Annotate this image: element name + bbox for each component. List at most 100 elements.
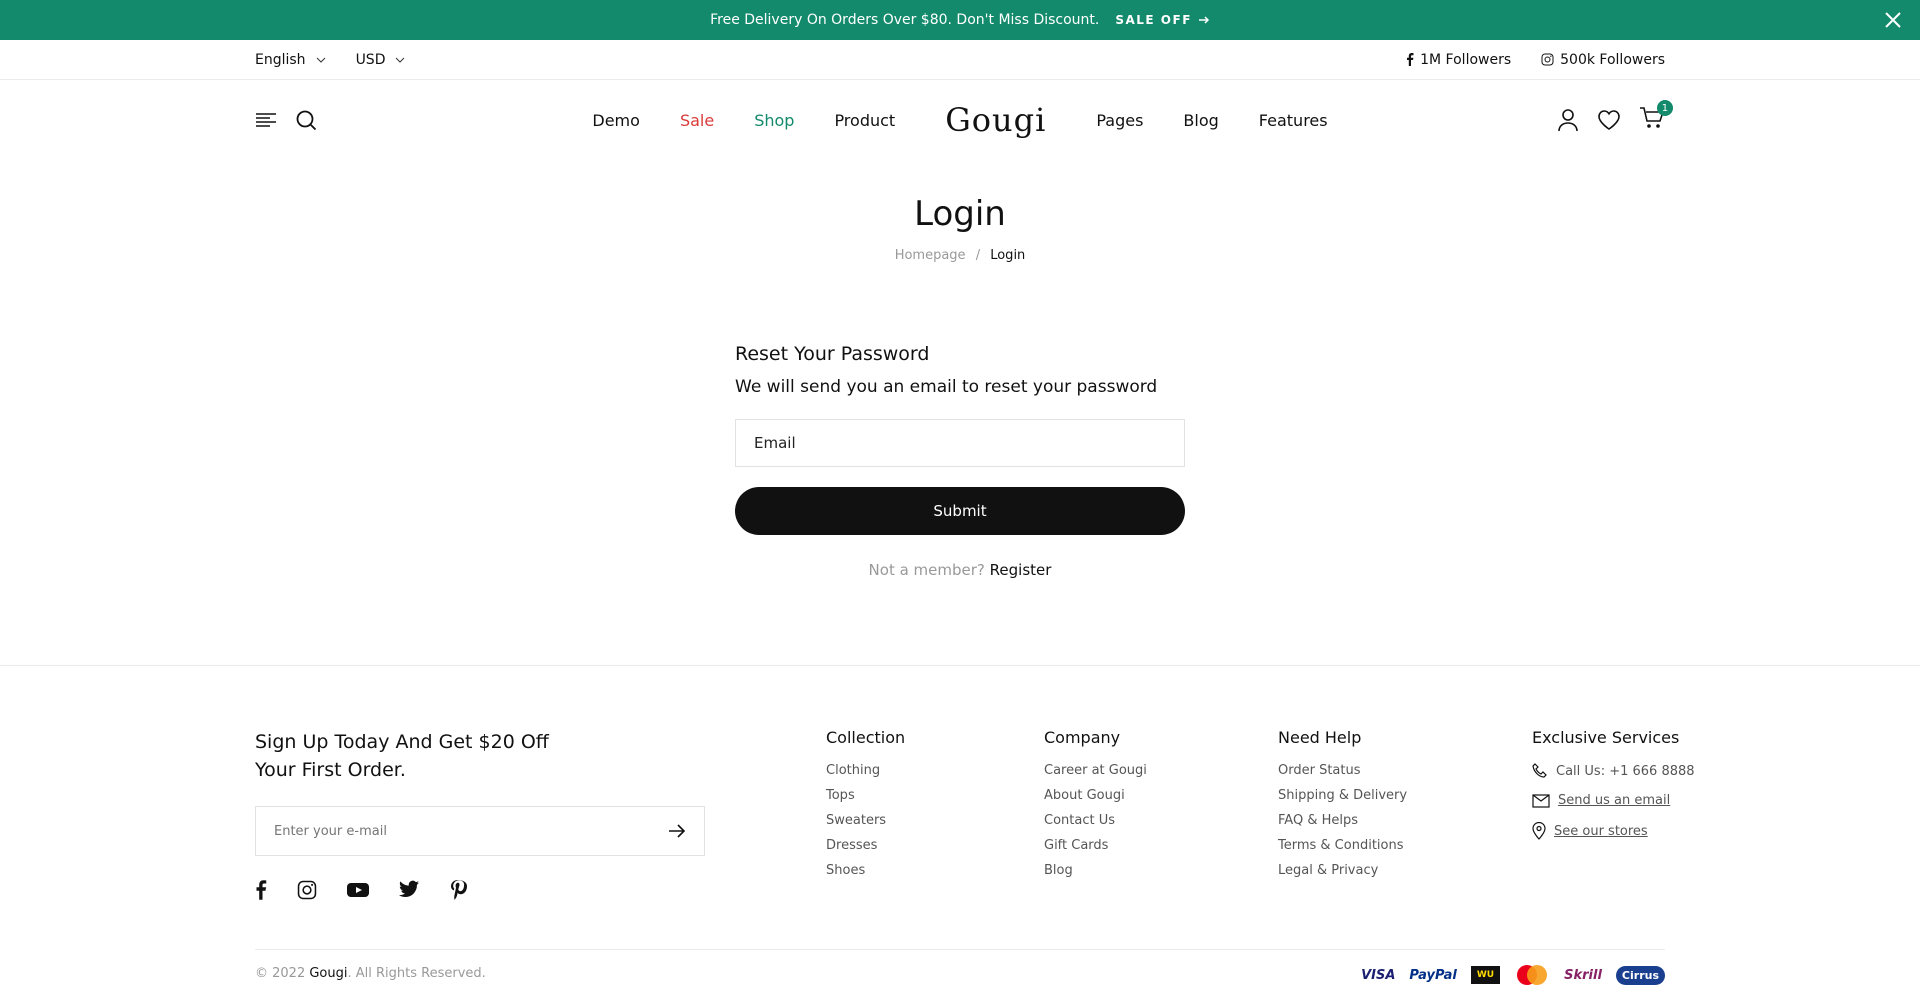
help-item-shipping[interactable]: Shipping & Delivery [1278,788,1407,803]
company-item-contact[interactable]: Contact Us [1044,813,1147,828]
company-item-career[interactable]: Career at Gougi [1044,763,1147,778]
reset-heading: Reset Your Password [735,343,930,365]
collection-item-sweaters[interactable]: Sweaters [826,813,905,828]
chevron-down-icon [396,57,405,63]
collection-item-tops[interactable]: Tops [826,788,905,803]
help-title: Need Help [1278,728,1362,747]
language-value: English [255,51,306,68]
skrill-icon: Skrill [1564,967,1602,983]
email-us-item[interactable]: Send us an email [1532,793,1695,808]
mastercard-icon [1517,965,1548,985]
company-item-gift-cards[interactable]: Gift Cards [1044,838,1147,853]
company-item-blog[interactable]: Blog [1044,863,1147,878]
nav-shop[interactable]: Shop [754,111,794,130]
nav-sale[interactable]: Sale [680,111,714,130]
instagram-icon [1541,53,1554,66]
paypal-icon: PayPal [1409,967,1457,983]
newsletter-section: Sign Up Today And Get $20 Off Your First… [255,728,705,900]
copyright: © 2022 Gougi. All Rights Reserved. [255,966,486,981]
company-item-about[interactable]: About Gougi [1044,788,1147,803]
collection-column: Collection Clothing Tops Sweaters Dresse… [826,728,905,888]
cart-button[interactable]: 1 [1639,100,1673,134]
announcement-bar: Free Delivery On Orders Over $80. Don't … [0,0,1920,40]
company-title: Company [1044,728,1121,747]
copyright-suffix: . All Rights Reserved. [347,966,486,981]
user-icon[interactable] [1557,108,1579,132]
collection-title: Collection [826,728,906,747]
not-member-text: Not a member? [868,561,985,579]
nav-product[interactable]: Product [834,111,895,130]
pinterest-icon[interactable] [449,880,467,900]
call-us-text: Call Us: +1 666 8888 [1556,763,1695,779]
nav-features[interactable]: Features [1259,111,1328,130]
collection-item-clothing[interactable]: Clothing [826,763,905,778]
payment-methods: VISA PayPal WU Skrill Cirrus [1361,964,1665,986]
page-title: Login [914,194,1006,234]
newsletter-form [255,806,705,856]
instagram-icon[interactable] [297,880,317,900]
phone-icon [1532,763,1547,778]
reset-description: We will send you an email to reset your … [735,377,1158,397]
footer-bottom: © 2022 Gougi. All Rights Reserved. VISA … [255,949,1665,985]
social-links [255,880,705,900]
instagram-followers-count: 500k Followers [1560,51,1665,68]
close-icon[interactable] [1882,9,1904,31]
copyright-prefix: © 2022 [255,966,306,981]
breadcrumb-current: Login [990,248,1026,263]
collection-item-dresses[interactable]: Dresses [826,838,905,853]
search-icon[interactable] [295,109,317,131]
cart-count-badge: 1 [1656,100,1673,116]
main-nav: Demo Sale Shop Product Gougi Pages Blog … [592,101,1327,139]
facebook-followers-link[interactable]: 1M Followers [1406,52,1511,68]
stores-item[interactable]: See our stores [1532,822,1695,840]
email-field[interactable] [735,419,1185,467]
register-link[interactable]: Register [990,561,1052,579]
site-logo[interactable]: Gougi [945,101,1046,139]
facebook-icon [1407,53,1414,66]
newsletter-email-input[interactable] [274,823,634,839]
visa-icon: VISA [1361,967,1396,983]
mail-icon [1532,793,1550,808]
services-title: Exclusive Services [1532,728,1680,747]
reset-password-form: Reset Your Password We will send you an … [735,343,1185,579]
western-union-icon: WU [1470,966,1501,984]
sale-off-link[interactable]: SALE OFF [1115,13,1210,27]
footer: Sign Up Today And Get $20 Off Your First… [0,665,1920,1000]
collection-item-shoes[interactable]: Shoes [826,863,905,878]
help-item-faq[interactable]: FAQ & Helps [1278,813,1407,828]
menu-icon[interactable] [255,112,277,128]
arrow-right-icon[interactable] [668,823,686,839]
nav-pages[interactable]: Pages [1096,111,1143,130]
main-header: Demo Sale Shop Product Gougi Pages Blog … [0,80,1920,160]
facebook-icon[interactable] [255,880,267,900]
signup-title: Sign Up Today And Get $20 Off Your First… [255,731,549,781]
instagram-followers-link[interactable]: 500k Followers [1541,52,1665,68]
nav-blog[interactable]: Blog [1183,111,1218,130]
currency-select[interactable]: USD [356,52,406,68]
breadcrumb-home[interactable]: Homepage [895,248,966,263]
copyright-brand[interactable]: Gougi [309,966,347,981]
services-column: Exclusive Services Call Us: +1 666 8888 … [1532,728,1695,854]
stores-text: See our stores [1554,823,1648,839]
breadcrumb-separator: / [975,248,981,263]
language-select[interactable]: English [255,52,326,68]
twitter-icon[interactable] [399,880,419,898]
facebook-followers-count: 1M Followers [1420,51,1512,68]
heart-icon[interactable] [1597,109,1621,131]
submit-button[interactable]: Submit [735,487,1185,535]
youtube-icon[interactable] [347,880,369,900]
page-heading: Login Homepage / Login [0,194,1920,263]
location-pin-icon [1532,822,1546,840]
help-item-order-status[interactable]: Order Status [1278,763,1407,778]
nav-demo[interactable]: Demo [592,111,640,130]
help-item-legal[interactable]: Legal & Privacy [1278,863,1407,878]
help-item-terms[interactable]: Terms & Conditions [1278,838,1407,853]
arrow-right-icon [1198,16,1209,24]
top-bar: English USD 1M Followers 500k Followers [0,40,1920,80]
call-us-item[interactable]: Call Us: +1 666 8888 [1532,763,1695,779]
email-us-text: Send us an email [1558,793,1671,808]
chevron-down-icon [316,57,325,63]
company-column: Company Career at Gougi About Gougi Cont… [1044,728,1147,888]
sale-off-label: SALE OFF [1115,13,1192,27]
announcement-text: Free Delivery On Orders Over $80. Don't … [710,12,1100,28]
